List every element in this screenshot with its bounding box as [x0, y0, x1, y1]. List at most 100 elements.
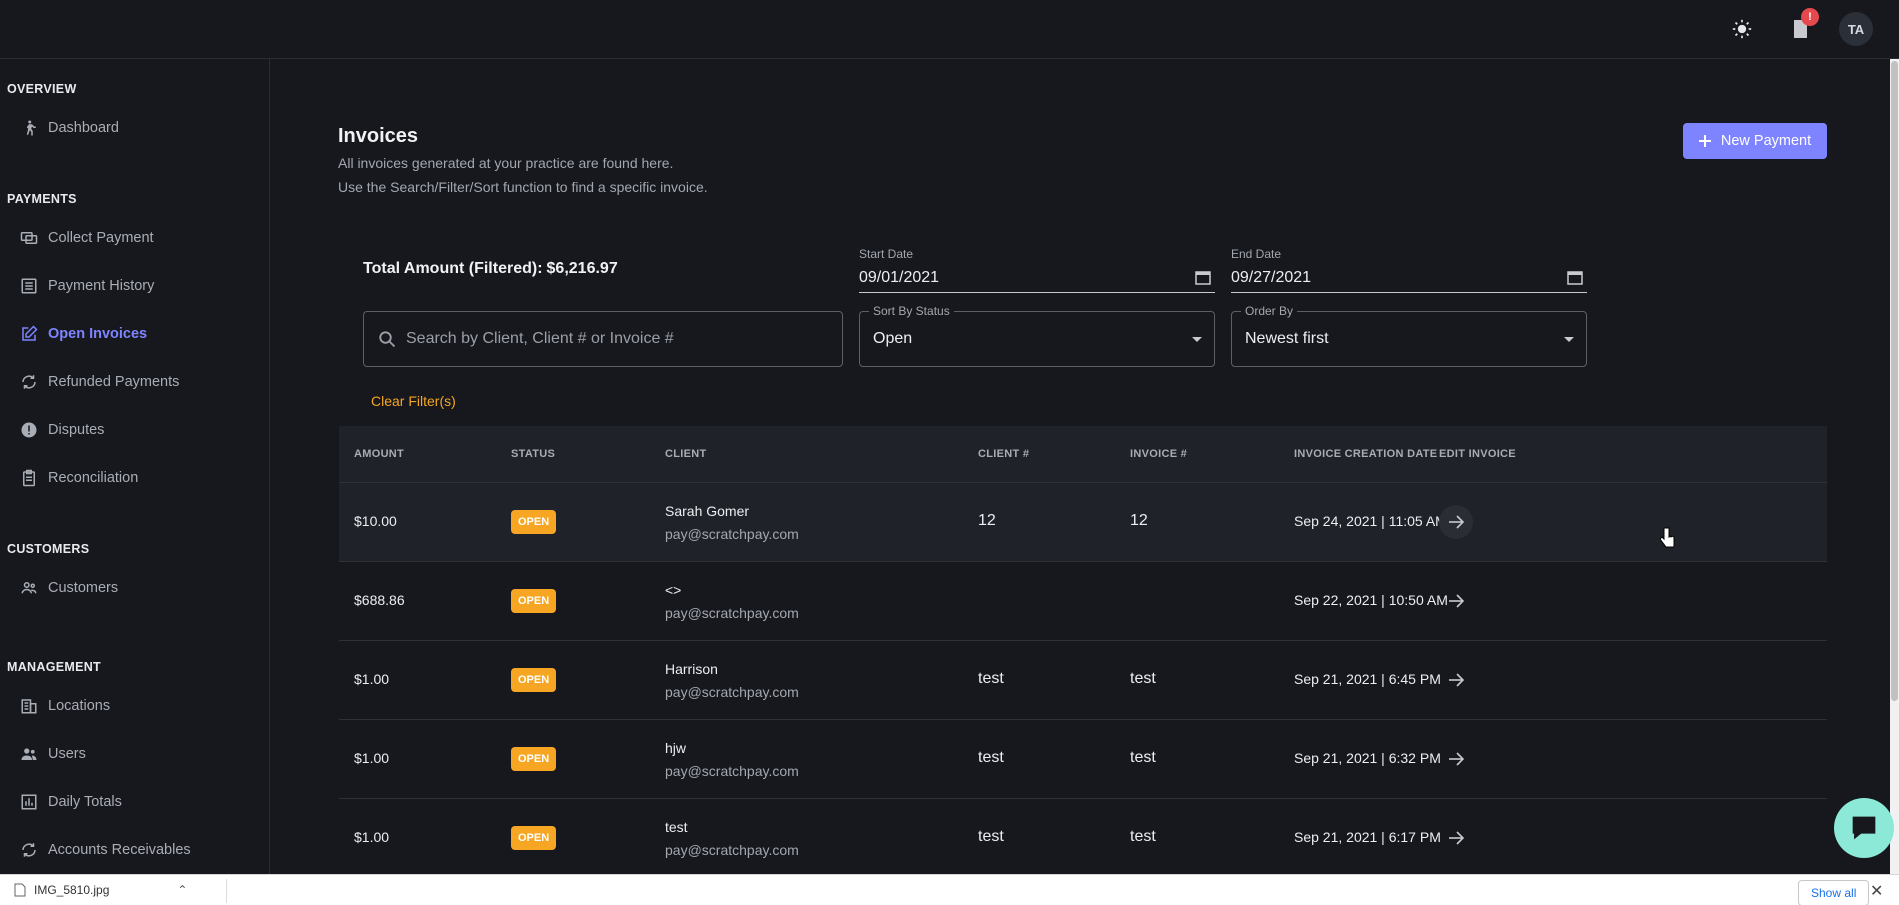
amount-cell: $1.00 [354, 829, 390, 845]
order-select-value: Newest first [1245, 330, 1329, 347]
client-name: test [665, 819, 688, 835]
edit-icon [22, 325, 38, 341]
arrow-right-icon [1449, 673, 1464, 687]
status-select-value: Open [873, 330, 913, 347]
new-payment-button[interactable]: New Payment [1683, 123, 1827, 159]
table-row[interactable]: $688.86 OPEN <> pay@scratchpay.com Sep 2… [339, 562, 1827, 641]
table-row[interactable]: $10.00 OPEN Sarah Gomer pay@scratchpay.c… [339, 483, 1827, 562]
scrollbar-thumb[interactable] [1891, 61, 1898, 701]
table-row[interactable]: $1.00 OPEN test pay@scratchpay.com test … [339, 799, 1827, 878]
sidebar-item-label: Accounts Receivables [48, 842, 191, 858]
search-input[interactable] [406, 330, 806, 348]
sidebar-section-customers: CUSTOMERS [7, 542, 90, 556]
new-payment-label: New Payment [1720, 133, 1812, 149]
status-select[interactable]: Sort By Status Open [859, 304, 1215, 367]
status-badge: OPEN [511, 668, 557, 692]
header-creation-date[interactable]: INVOICE CREATION DATE [1294, 448, 1437, 460]
sidebar-item-payment-history[interactable]: Payment History [20, 271, 154, 301]
client-number-cell: 12 [978, 512, 996, 529]
avatar[interactable]: TA [1839, 12, 1873, 46]
plus-icon [1698, 135, 1711, 147]
total-amount-value: $6,216.97 [546, 260, 618, 277]
sidebar-item-refunded-payments[interactable]: Refunded Payments [20, 367, 179, 397]
date-cell: Sep 21, 2021 | 6:17 PM [1294, 829, 1441, 845]
sidebar-item-label: Users [48, 746, 86, 762]
sidebar-item-reconciliation[interactable]: Reconciliation [20, 463, 138, 493]
sidebar-item-open-invoices[interactable]: Open Invoices [20, 319, 147, 349]
total-amount: Total Amount (Filtered): $6,216.97 [363, 260, 618, 278]
sidebar-item-disputes[interactable]: Disputes [20, 415, 104, 445]
download-file-name: IMG_5810.jpg [34, 883, 110, 897]
file-icon [14, 883, 26, 897]
amount-cell: $1.00 [354, 750, 390, 766]
sidebar-item-collect-payment[interactable]: Collect Payment [20, 223, 154, 253]
date-cell: Sep 21, 2021 | 6:45 PM [1294, 671, 1441, 687]
top-icons: ! TA [1723, 8, 1873, 48]
status-badge: OPEN [511, 826, 557, 850]
sidebar-item-label: Daily Totals [48, 794, 122, 810]
header-amount[interactable]: AMOUNT [354, 448, 404, 460]
collect-icon [20, 232, 38, 244]
clipboard-icon [23, 469, 35, 487]
chevron-up-icon[interactable]: ⌃ [177, 883, 187, 897]
sidebar-item-customers[interactable]: Customers [20, 573, 118, 603]
arrow-right-icon [1449, 831, 1464, 845]
invoice-number-cell: test [1130, 749, 1156, 766]
edit-invoice-button[interactable] [1439, 584, 1473, 618]
client-name: hjw [665, 740, 687, 756]
building-icon [21, 699, 37, 714]
date-cell: Sep 24, 2021 | 11:05 AM [1294, 513, 1447, 529]
sidebar-item-label: Reconciliation [48, 470, 139, 486]
edit-invoice-button[interactable] [1439, 663, 1473, 697]
calendar-icon[interactable] [1195, 269, 1211, 285]
sidebar-item-label: Locations [48, 698, 111, 714]
clear-filters-link[interactable]: Clear Filter(s) [371, 393, 456, 409]
notifications-button[interactable]: ! [1781, 8, 1819, 48]
client-name: Sarah Gomer [665, 503, 750, 519]
table-row[interactable]: $1.00 OPEN hjw pay@scratchpay.com test t… [339, 720, 1827, 799]
sidebar-item-users[interactable]: Users [20, 739, 86, 769]
walk-icon [26, 120, 36, 136]
header-invoice-number[interactable]: INVOICE # [1130, 448, 1187, 460]
header-status[interactable]: STATUS [511, 448, 555, 460]
chat-button[interactable] [1834, 798, 1894, 858]
page-subtitle: Use the Search/Filter/Sort function to f… [338, 179, 708, 195]
download-separator [226, 879, 227, 903]
sidebar-item-daily-totals[interactable]: Daily Totals [20, 787, 122, 817]
order-select[interactable]: Order By Newest first [1231, 304, 1587, 367]
status-badge: OPEN [511, 589, 557, 613]
sidebar-item-locations[interactable]: Locations [20, 691, 110, 721]
close-icon[interactable]: ✕ [1870, 881, 1883, 901]
start-date-label: Start Date [859, 247, 914, 261]
edit-invoice-button[interactable] [1439, 742, 1473, 776]
download-item[interactable]: IMG_5810.jpg ⌃ [14, 883, 187, 897]
arrow-right-icon [1449, 752, 1464, 766]
invoice-number-cell: test [1130, 670, 1156, 687]
end-date-field[interactable]: End Date 09/27/2021 [1231, 247, 1587, 293]
sun-icon [1732, 19, 1752, 39]
sidebar-item-dashboard[interactable]: Dashboard [20, 113, 119, 143]
order-select-label: Order By [1241, 304, 1298, 318]
theme-toggle-button[interactable] [1723, 10, 1761, 48]
table-row[interactable]: $1.00 OPEN Harrison pay@scratchpay.com t… [339, 641, 1827, 720]
sidebar: OVERVIEW Dashboard PAYMENTS Collect Paym… [0, 59, 270, 874]
chart-icon [21, 794, 37, 810]
start-date-value: 09/01/2021 [859, 269, 940, 286]
calendar-icon[interactable] [1567, 269, 1583, 285]
search-field[interactable] [363, 311, 843, 367]
start-date-field[interactable]: Start Date 09/01/2021 [859, 247, 1215, 293]
header-client[interactable]: CLIENT [665, 448, 707, 460]
end-date-value: 09/27/2021 [1231, 269, 1312, 286]
page-scrollbar[interactable] [1890, 59, 1899, 874]
show-all-button[interactable]: Show all [1798, 880, 1870, 905]
client-name: Harrison [665, 661, 718, 677]
edit-invoice-button[interactable] [1439, 505, 1473, 539]
header-client-number[interactable]: CLIENT # [978, 448, 1029, 460]
users-icon [21, 748, 37, 760]
sidebar-item-accounts-receivables[interactable]: Accounts Receivables [20, 835, 191, 865]
top-bar: ! TA [0, 0, 1899, 59]
edit-invoice-button[interactable] [1439, 821, 1473, 855]
header-edit-invoice: EDIT INVOICE [1439, 448, 1516, 460]
sidebar-item-label: Open Invoices [48, 326, 148, 342]
sidebar-item-label: Customers [48, 580, 119, 596]
